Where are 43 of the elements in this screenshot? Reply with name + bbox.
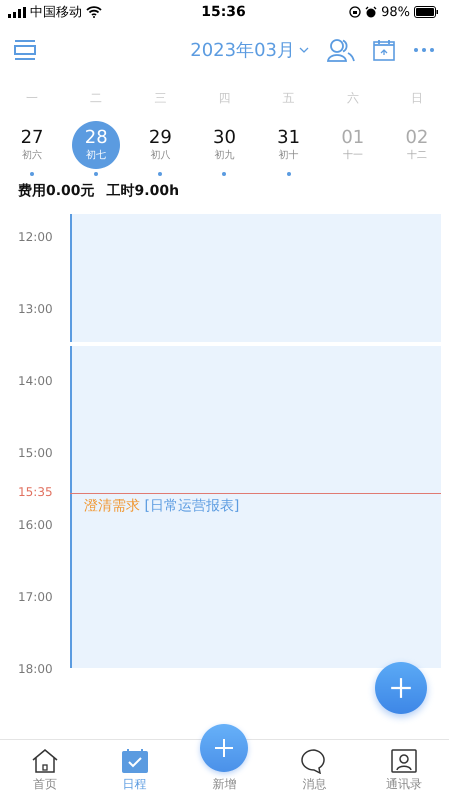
tab-item[interactable]: 消息 xyxy=(269,740,360,800)
chevron-down-icon xyxy=(299,47,309,53)
day-button[interactable]: 31 初十 xyxy=(264,121,313,169)
hour-label: 14:00 xyxy=(17,374,54,388)
day-button[interactable]: 29 初八 xyxy=(136,121,184,169)
menu-icon[interactable] xyxy=(14,40,36,60)
add-button[interactable] xyxy=(375,662,427,714)
people-icon[interactable] xyxy=(327,38,355,62)
day-button[interactable]: 30 初九 xyxy=(200,121,248,169)
hours-total: 工时9.00h xyxy=(106,182,180,200)
house-icon xyxy=(30,748,59,774)
battery-percent: 98% xyxy=(381,4,410,20)
hour-label: 15:00 xyxy=(17,446,54,460)
rotation-lock-icon xyxy=(349,6,362,18)
tab-item[interactable]: 日程 xyxy=(90,740,180,800)
tab-item[interactable]: 通讯录 xyxy=(359,740,449,800)
hour-label: 12:00 xyxy=(17,230,54,244)
day-button[interactable]: 02 十二 xyxy=(392,121,441,169)
hour-label: 13:00 xyxy=(17,302,54,316)
alarm-icon xyxy=(365,6,378,18)
tab-item[interactable]: 首页 xyxy=(0,740,90,800)
current-time-label: 15:35 xyxy=(18,485,53,499)
plus-icon xyxy=(389,676,413,700)
hour-label: 18:00 xyxy=(17,662,54,676)
hour-label: 16:00 xyxy=(17,518,54,532)
day-button[interactable]: 28 初七 xyxy=(72,121,120,169)
event-title[interactable]: 澄清需求 [日常运营报表] xyxy=(84,497,240,515)
carrier-name: 中国移动 xyxy=(30,4,82,21)
plus-icon xyxy=(213,737,236,759)
hour-label: 17:00 xyxy=(17,590,54,604)
contact-card-icon xyxy=(390,748,418,774)
day-button[interactable]: 27 初六 xyxy=(8,121,56,169)
day-button[interactable]: 01 十一 xyxy=(328,121,377,169)
tab-item[interactable]: 新增 xyxy=(180,714,270,800)
calendar-check-icon xyxy=(120,748,149,774)
cost-total: 费用0.00元 xyxy=(18,182,95,200)
signal-icon xyxy=(8,6,26,18)
battery-icon xyxy=(414,6,440,18)
wifi-icon xyxy=(86,6,102,18)
month-picker[interactable]: 2023年03月 xyxy=(190,38,309,62)
clock-time: 15:36 xyxy=(201,4,246,20)
today-calendar-icon[interactable] xyxy=(373,39,395,61)
more-icon[interactable] xyxy=(413,47,435,53)
